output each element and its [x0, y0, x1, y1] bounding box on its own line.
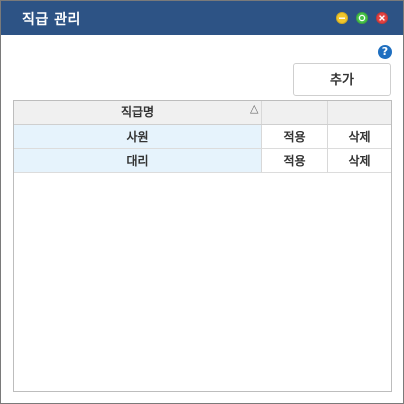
table-row[interactable]: 대리 적용 삭제 [14, 149, 391, 173]
help-icon[interactable]: ? [378, 45, 392, 59]
apply-button[interactable]: 적용 [262, 149, 328, 173]
delete-button[interactable]: 삭제 [328, 149, 391, 173]
minimize-icon [339, 17, 345, 19]
rank-name-cell[interactable]: 사원 [14, 125, 262, 149]
minimize-button[interactable] [336, 12, 348, 24]
column-header-label: 직급명 [120, 105, 155, 119]
maximize-icon [358, 14, 366, 22]
delete-button[interactable]: 삭제 [328, 125, 391, 149]
column-header-rank-name[interactable]: 직급명 △ [14, 101, 262, 124]
window-title: 직급 관리 [22, 12, 81, 28]
rank-name-cell[interactable]: 대리 [14, 149, 262, 173]
maximize-button[interactable] [356, 12, 368, 24]
rank-management-window: 직급 관리 ? 추가 직급명 △ 사원 적용 삭제 대리 적용 삭제 [0, 0, 404, 404]
close-icon [379, 15, 385, 21]
table-row[interactable]: 사원 적용 삭제 [14, 125, 391, 149]
column-header-delete [328, 101, 391, 124]
add-button[interactable]: 추가 [293, 63, 391, 96]
close-button[interactable] [376, 12, 388, 24]
apply-button[interactable]: 적용 [262, 125, 328, 149]
sort-ascending-icon: △ [250, 102, 259, 115]
table-header: 직급명 △ [14, 101, 391, 125]
rank-table: 직급명 △ 사원 적용 삭제 대리 적용 삭제 [13, 100, 392, 392]
column-header-apply [262, 101, 328, 124]
title-bar[interactable]: 직급 관리 [1, 1, 403, 35]
